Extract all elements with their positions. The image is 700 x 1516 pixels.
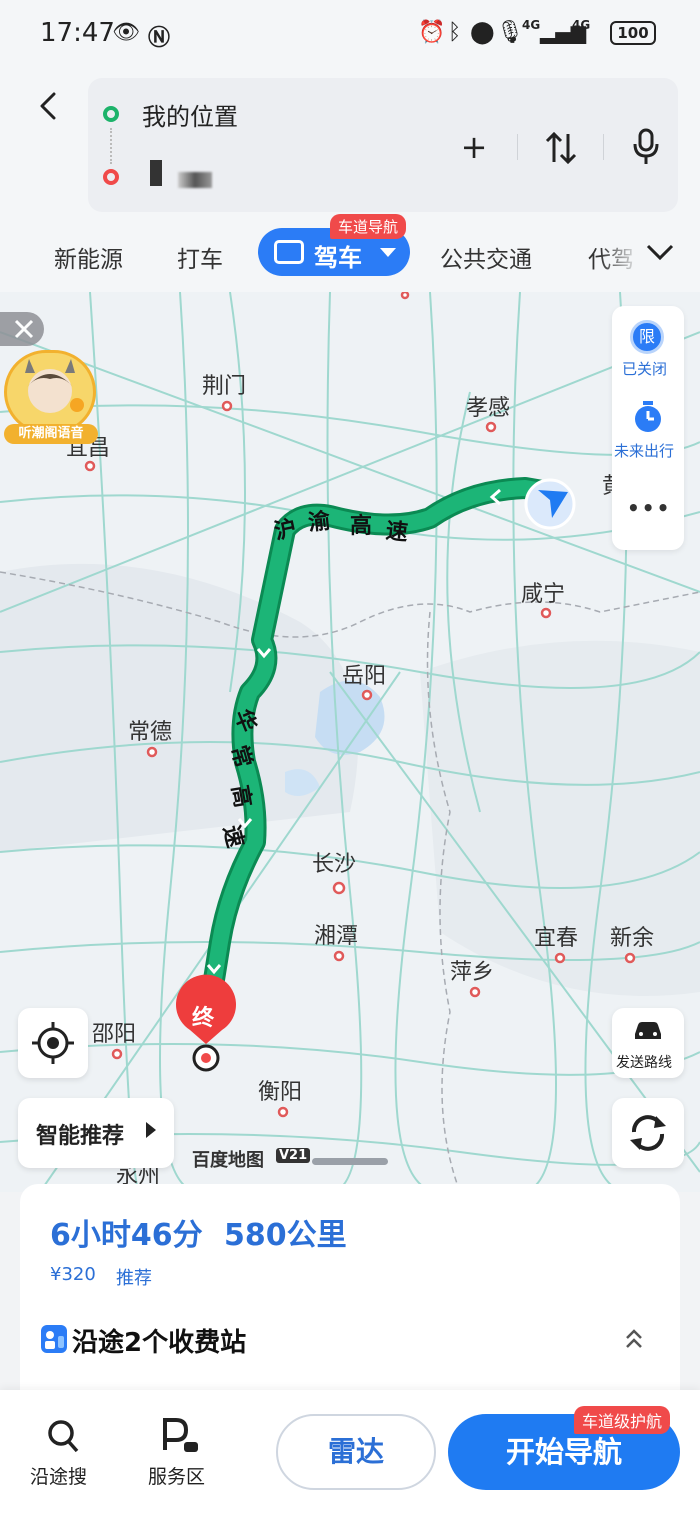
smart-recommend-button[interactable]: 智能推荐 [18, 1098, 174, 1168]
city-label-xianning: 咸宁 [521, 582, 566, 607]
start-point-icon [103, 106, 119, 122]
start-input[interactable]: 我的位置 [142, 97, 238, 132]
route-tag: 推荐 [116, 1268, 152, 1289]
toll-station-icon [41, 1325, 67, 1353]
map-logo-version: V21 [276, 1148, 311, 1163]
city-label-shaoyang: 邵阳 [92, 1022, 137, 1047]
road-label-huyu-char: 速 [384, 518, 410, 547]
smart-recommend-label: 智能推荐 [36, 1124, 125, 1149]
map-view[interactable]: 荆门 孝感 宜昌 咸宁 岳阳 常德 长沙 湘潭 宜春 新余 萍乡 邵阳 衡阳 永… [0, 292, 700, 1192]
divider [603, 134, 604, 160]
end-input-blurred[interactable] [150, 160, 162, 186]
back-arrow-icon[interactable] [34, 92, 62, 120]
bluetooth-icon: ᛒ [448, 20, 462, 45]
nfc-icon: Ⓝ [148, 26, 171, 51]
city-label-pingxiang: 萍乡 [450, 960, 495, 985]
lane-escort-badge: 车道级护航 [574, 1406, 671, 1434]
restriction-status[interactable]: 已关闭 [622, 358, 667, 379]
sheet-drag-handle[interactable] [312, 1158, 388, 1165]
voice-pack-avatar[interactable] [4, 350, 96, 434]
future-trip-label[interactable]: 未来出行 [614, 440, 674, 461]
car-send-icon [635, 1022, 661, 1039]
route-duration: 6小时46分 [50, 1218, 203, 1253]
mic-status-icon: 🎙 [496, 20, 524, 45]
tab-transit[interactable]: 公共交通 [440, 240, 532, 274]
status-bar: 17:47 👁 Ⓝ ⏰ ᛒ ⬤ 🎙 4G ▂▄▆ 4G 100 [0, 0, 700, 70]
end-marker-label[interactable]: 终 [192, 1000, 214, 1032]
alarm-icon: ⏰ [418, 20, 446, 45]
tabs-fade [600, 230, 640, 278]
tab-taxi[interactable]: 打车 [177, 240, 223, 274]
toll-stations[interactable]: 沿途2个收费站 [72, 1322, 246, 1359]
city-label-xiaogan: 孝感 [466, 396, 511, 421]
chevron-down-icon[interactable] [646, 244, 674, 262]
network-4g-1: 4G [522, 18, 541, 32]
radar-button[interactable]: 雷达 [276, 1414, 436, 1490]
road-label-huyu-char: 高 [350, 514, 373, 539]
city-label-changsha: 长沙 [312, 852, 357, 877]
end-point-icon [103, 169, 119, 185]
send-route-label: 发送路线 [616, 1055, 672, 1071]
city-label-xiangtan: 湘潭 [314, 924, 359, 949]
add-waypoint-icon[interactable]: + [454, 128, 494, 168]
divider [517, 134, 518, 160]
location-icon: ⬤ [470, 20, 495, 45]
battery-icon: 100 [610, 21, 656, 45]
map-canvas [0, 292, 700, 1192]
status-time: 17:47 [40, 18, 115, 48]
service-area-label[interactable]: 服务区 [148, 1462, 205, 1489]
car-icon [274, 240, 304, 264]
send-route-button[interactable]: 发送路线 [612, 1008, 684, 1078]
network-4g-2: 4G [572, 18, 591, 32]
avatar-character-icon [25, 359, 84, 413]
city-label-jingmen: 荆门 [202, 374, 247, 399]
microphone-icon[interactable] [632, 128, 660, 166]
more-icon[interactable]: ••• [627, 496, 671, 520]
tab-drive-label: 驾车 [314, 244, 362, 272]
locate-icon [32, 1022, 74, 1064]
restriction-icon[interactable]: 限 [630, 320, 664, 354]
map-logo: 百度地图 [192, 1150, 264, 1171]
route-cost: ¥320 [50, 1264, 96, 1285]
eye-icon: 👁 [112, 20, 140, 45]
lane-nav-badge: 车道导航 [330, 214, 407, 239]
road-label-huyu-char: 渝 [307, 508, 332, 537]
dropdown-caret-icon [380, 248, 396, 257]
city-label-yueyang: 岳阳 [342, 664, 387, 689]
close-voice-button[interactable] [0, 312, 44, 346]
city-label-xinyu: 新余 [610, 926, 655, 951]
route-connector [110, 128, 112, 164]
locate-button[interactable] [18, 1008, 88, 1078]
future-trip-icon[interactable] [632, 400, 664, 434]
search-along-label[interactable]: 沿途搜 [30, 1462, 87, 1489]
end-input-blurred-2 [178, 172, 212, 188]
play-triangle-icon [146, 1122, 156, 1138]
city-label-changde: 常德 [128, 720, 173, 745]
swap-icon[interactable] [544, 130, 578, 166]
refresh-route-button[interactable] [612, 1098, 684, 1168]
refresh-icon [630, 1115, 666, 1151]
tab-new-energy[interactable]: 新能源 [54, 240, 123, 274]
city-label-yichun: 宜春 [534, 926, 579, 951]
expand-up-icon[interactable] [624, 1328, 644, 1350]
search-icon[interactable] [46, 1418, 80, 1454]
route-distance: 580公里 [224, 1218, 347, 1253]
parking-icon[interactable] [160, 1416, 200, 1454]
city-label-hengyang: 衡阳 [258, 1080, 303, 1105]
voice-pack-label: 听潮阁语音 [4, 424, 98, 444]
